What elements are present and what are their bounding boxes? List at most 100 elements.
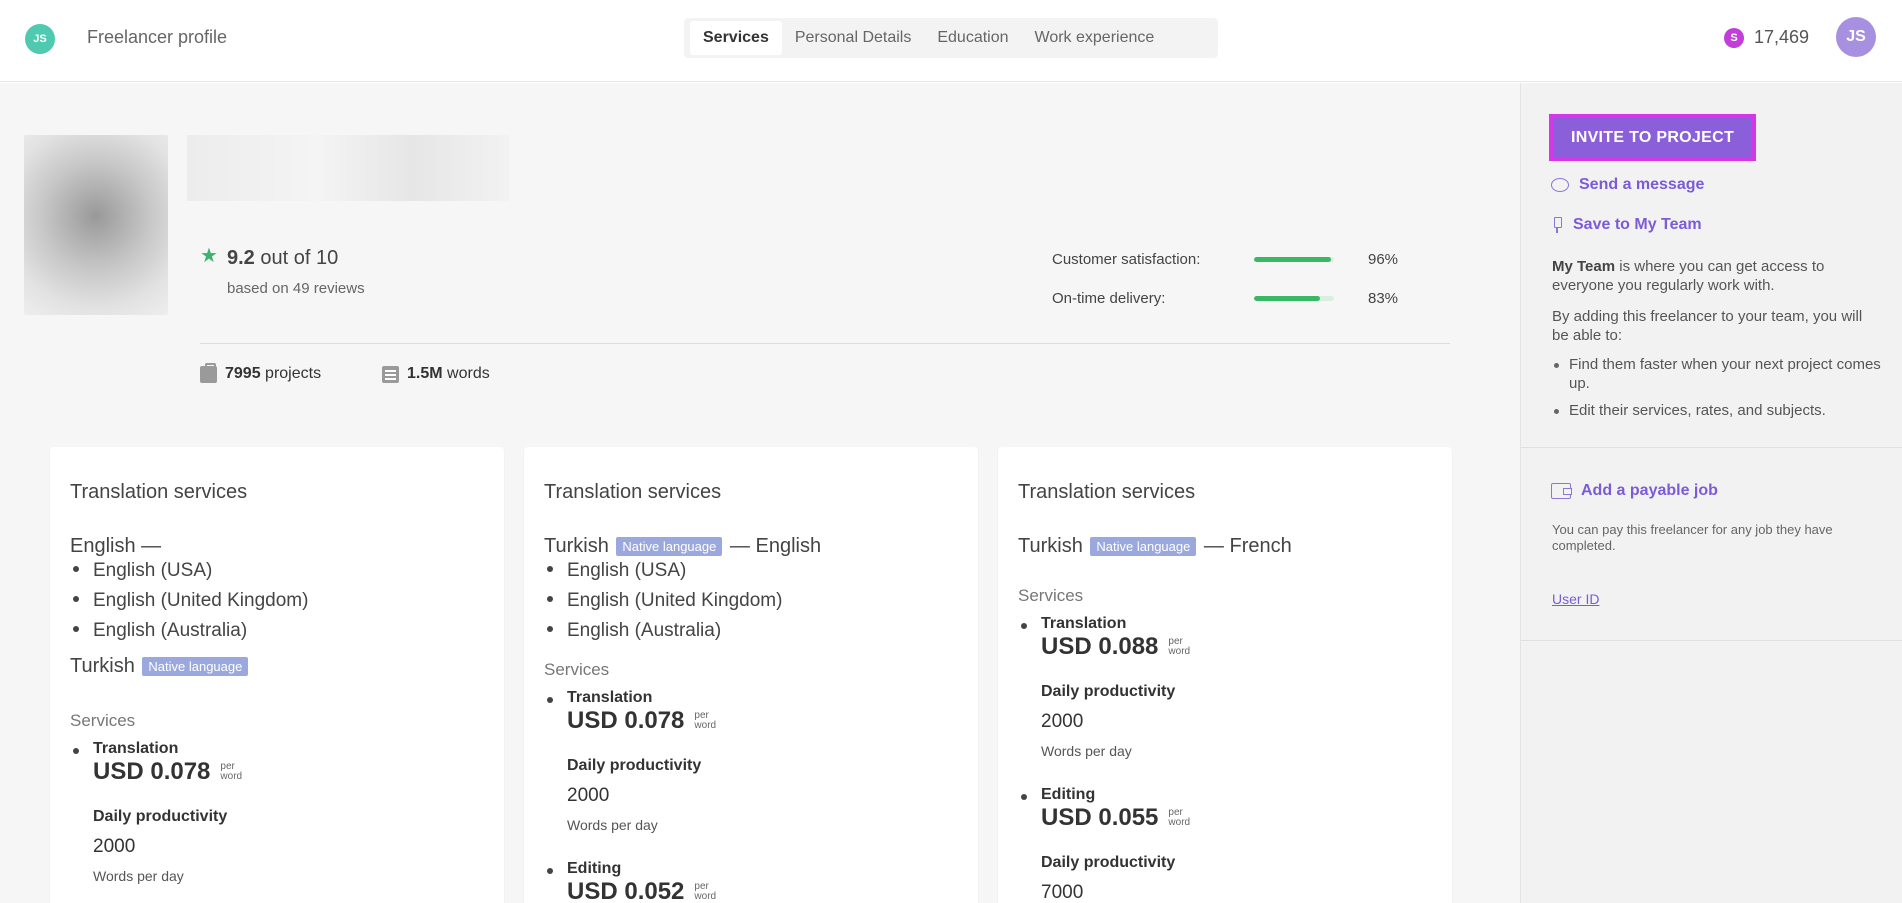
services-heading: Services — [70, 711, 136, 730]
target-language-name: Turkish — [70, 655, 135, 677]
progress-bar — [1254, 296, 1334, 301]
native-language-badge: Native language — [616, 537, 723, 557]
source-language: English — — [70, 535, 162, 557]
service-rate: USD 0.052 per word — [567, 878, 944, 903]
list-item: Edit their services, rates, and subjects… — [1552, 401, 1887, 420]
daily-productivity-heading: Daily productivity — [93, 808, 228, 825]
save-to-team-link[interactable]: Save to My Team — [1551, 216, 1702, 234]
target-language: Turkish Native language — [70, 655, 250, 678]
service-name: Translation — [567, 689, 653, 706]
list-item: English (United Kingdom) — [544, 586, 782, 616]
words-count: 1.5M — [407, 365, 443, 382]
metric-percent: 83% — [1368, 290, 1399, 307]
rate-unit: per word — [694, 881, 717, 902]
rating-reviews: based on 49 reviews — [227, 280, 365, 297]
rate-value: USD 0.078 — [93, 758, 211, 785]
metric-percent: 96% — [1368, 251, 1399, 268]
service-name: Translation — [1041, 615, 1127, 632]
card-title: Translation services — [1018, 481, 1196, 503]
save-to-team-label: Save to My Team — [1573, 216, 1702, 233]
daily-productivity-value: 7000 — [1041, 882, 1084, 903]
native-language-badge: Native language — [142, 657, 249, 677]
wallet-icon — [1551, 483, 1572, 499]
document-icon — [382, 365, 399, 383]
send-message-label: Send a message — [1579, 176, 1705, 193]
daily-productivity-heading: Daily productivity — [567, 757, 702, 774]
service-rate: USD 0.088 per word — [1041, 633, 1418, 661]
add-payable-job-link[interactable]: Add a payable job — [1551, 482, 1718, 500]
rate-value: USD 0.052 — [567, 878, 685, 903]
projects-stat: 7995 projects — [200, 362, 322, 383]
daily-productivity-value: 2000 — [1041, 711, 1084, 732]
coin-icon: S — [1724, 27, 1744, 48]
language-pair: Turkish Native language — French — [1018, 535, 1292, 558]
services-heading: Services — [1018, 586, 1084, 605]
rate-value: USD 0.055 — [1041, 804, 1159, 831]
action-sidebar: INVITE TO PROJECT Send a message Save to… — [1520, 83, 1902, 903]
service-card: Translation services Turkish Native lang… — [998, 447, 1452, 903]
metric-label: On-time delivery: — [1052, 290, 1166, 307]
service-name: Editing — [1041, 786, 1096, 803]
chat-bubble-icon — [1551, 178, 1569, 192]
source-language: Turkish — [544, 535, 609, 557]
metric-customer-satisfaction: Customer satisfaction: 96% — [1052, 251, 1398, 268]
metric-label: Customer satisfaction: — [1052, 251, 1201, 268]
rate-value: USD 0.078 — [567, 707, 685, 734]
tab-personal-details[interactable]: Personal Details — [782, 21, 925, 55]
service-item: Translation USD 0.078 per word Daily prod… — [544, 689, 944, 833]
service-item: Translation USD 0.088 per word Daily prod… — [1018, 615, 1418, 759]
service-rate: USD 0.055 per word — [1041, 804, 1418, 832]
rating: 9.2 out of 10 — [227, 247, 338, 270]
card-title: Translation services — [544, 481, 722, 503]
service-name: Translation — [93, 740, 179, 757]
rate-value: USD 0.088 — [1041, 633, 1159, 660]
daily-productivity-heading: Daily productivity — [1041, 854, 1176, 871]
list-item: English (Australia) — [70, 616, 308, 646]
service-rate: USD 0.078 per word — [567, 707, 944, 735]
send-message-link[interactable]: Send a message — [1551, 176, 1704, 194]
service-item: Editing USD 0.052 per word — [544, 860, 944, 903]
rate-unit: per word — [694, 710, 717, 731]
words-label: words — [447, 365, 490, 382]
add-payable-job-label: Add a payable job — [1581, 482, 1718, 499]
divider — [200, 343, 1450, 344]
team-benefits-list: Find them faster when your next project … — [1552, 355, 1887, 428]
service-item: Editing USD 0.055 per word Daily producti… — [1018, 786, 1418, 903]
services-heading: Services — [544, 660, 610, 679]
pay-description: You can pay this freelancer for any job … — [1552, 522, 1833, 553]
source-language: Turkish — [1018, 535, 1083, 557]
pin-icon — [1551, 217, 1563, 233]
user-id-link[interactable]: User ID — [1552, 591, 1599, 607]
card-title: Translation services — [70, 481, 248, 503]
service-name: Editing — [567, 860, 622, 877]
main-content: ★ 9.2 out of 10 based on 49 reviews Cust… — [0, 83, 1520, 903]
invite-to-project-button[interactable]: INVITE TO PROJECT — [1549, 114, 1756, 161]
my-team-bold: My Team — [1552, 258, 1616, 275]
my-team-description: My Team is where you can get access to e… — [1552, 257, 1882, 295]
rate-unit: per word — [1168, 807, 1191, 828]
adding-description: By adding this freelancer to your team, … — [1552, 308, 1863, 344]
page-title: Freelancer profile — [87, 27, 228, 47]
language-pair: Turkish Native language — English — [544, 535, 821, 558]
tab-education[interactable]: Education — [924, 21, 1021, 55]
native-language-badge: Native language — [1090, 537, 1197, 557]
profile-tabs: Services Personal Details Education Work… — [684, 18, 1218, 58]
service-item: Translation USD 0.078 per word Daily prod… — [70, 740, 470, 884]
service-rate: USD 0.078 per word — [93, 758, 470, 786]
divider — [1521, 447, 1902, 448]
tab-services[interactable]: Services — [690, 21, 782, 55]
divider — [1521, 640, 1902, 641]
balance[interactable]: S 17,469 — [1724, 27, 1809, 48]
list-item: English (USA) — [544, 556, 782, 586]
star-icon: ★ — [200, 245, 218, 267]
language-pair: English — — [70, 535, 161, 558]
rating-suffix: out of 10 — [260, 247, 339, 269]
tab-work-experience[interactable]: Work experience — [1022, 21, 1168, 55]
list-item: English (Australia) — [544, 616, 782, 646]
projects-label: projects — [265, 365, 322, 382]
list-item: English (United Kingdom) — [70, 586, 308, 616]
avatar[interactable]: JS — [1836, 17, 1876, 57]
profile-photo — [24, 135, 168, 315]
list-item: Find them faster when your next project … — [1552, 355, 1887, 393]
app-logo[interactable]: JS — [25, 24, 55, 54]
